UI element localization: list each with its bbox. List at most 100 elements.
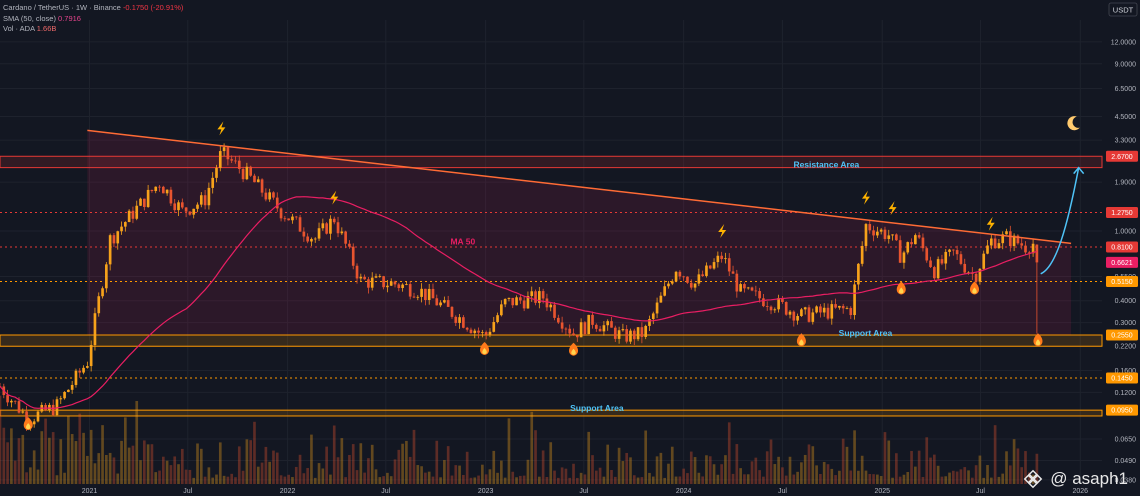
candle-body — [427, 288, 431, 300]
volume-bar — [310, 434, 313, 484]
volume-bar — [788, 456, 792, 484]
volume-bar — [602, 476, 606, 484]
candle-body — [503, 298, 507, 305]
candle-body — [32, 421, 36, 425]
chart-legend: Cardano / TetherUS · 1W · Binance -0.175… — [3, 3, 183, 35]
volume-bar — [617, 447, 621, 484]
currency-label[interactable]: USDT — [1108, 2, 1138, 17]
candle-body — [583, 322, 587, 335]
candle-body — [640, 327, 644, 338]
volume-bar — [169, 465, 173, 484]
candle-body — [917, 235, 921, 238]
candle-body — [370, 277, 374, 288]
candle-body — [519, 297, 522, 301]
candle-body — [560, 322, 564, 329]
volume-bar — [496, 472, 499, 484]
legend-symbol-row[interactable]: Cardano / TetherUS · 1W · Binance -0.175… — [3, 3, 183, 14]
time-tick-label: 2025 — [874, 488, 890, 495]
price-chart[interactable]: Resistance Area Support Area Support Area M… — [0, 0, 1140, 496]
volume-bar — [135, 400, 139, 484]
time-tick-label: 2023 — [478, 488, 494, 495]
candle-body — [515, 297, 518, 306]
legend-sma-row[interactable]: SMA (50, close) 0.7916 — [3, 14, 183, 25]
candle-body — [416, 296, 420, 298]
candle-body — [575, 335, 579, 338]
candle-body — [10, 400, 13, 403]
candle-body — [177, 202, 180, 211]
volume-bar — [321, 468, 325, 484]
volume-bar — [610, 469, 613, 484]
volume-bar — [944, 476, 948, 484]
candle-body — [511, 297, 515, 306]
candle-body — [454, 316, 458, 323]
volume-bar — [13, 460, 17, 484]
volume-bar — [367, 458, 370, 484]
volume-bar — [89, 429, 93, 484]
candle-body — [359, 276, 363, 279]
candle-body — [591, 314, 594, 325]
volume-bar — [697, 472, 701, 484]
volume-bar — [803, 454, 807, 484]
volume-bar — [150, 444, 154, 484]
candle-body — [629, 330, 632, 342]
candle-body — [283, 218, 287, 220]
candle-body — [108, 235, 112, 265]
volume-bar — [256, 466, 260, 484]
price-label-text: 0.2550 — [1111, 333, 1133, 340]
volume-bar — [739, 468, 742, 484]
candle-body — [693, 283, 697, 288]
candle-body — [800, 309, 803, 317]
candle-body — [89, 345, 93, 367]
candle-body — [226, 147, 230, 160]
legend-sma-label: SMA (50, close) — [3, 13, 56, 23]
legend-vol-value: 1.66B — [36, 24, 57, 33]
volume-bar — [249, 440, 253, 484]
volume-bar — [503, 477, 507, 484]
annotation-label: Resistance Area — [793, 160, 859, 170]
candle-body — [830, 304, 834, 319]
volume-bar — [936, 465, 940, 484]
volume-bar — [853, 430, 856, 484]
volume-bar — [758, 470, 761, 484]
candle-body — [287, 218, 290, 221]
volume-bar — [982, 477, 986, 484]
legend-vol-row[interactable]: Vol · ADA 1.66B — [3, 24, 183, 35]
volume-bar — [583, 474, 587, 484]
volume-bar — [625, 452, 629, 484]
volume-bar — [36, 469, 40, 484]
volume-bar — [750, 461, 754, 484]
volume-bar — [678, 476, 682, 484]
volume-bar — [306, 468, 309, 484]
candle-body — [351, 246, 355, 266]
candle-body — [78, 370, 82, 373]
volume-bar — [989, 477, 993, 484]
volume-bar — [906, 472, 910, 484]
candle-body — [777, 298, 780, 310]
volume-bar — [701, 476, 704, 484]
volume-bar — [298, 454, 302, 484]
volume-bar — [902, 474, 906, 484]
time-tick-label: Jul — [579, 488, 588, 495]
volume-bar — [929, 457, 932, 484]
candle-body — [6, 395, 9, 403]
volume-bar — [283, 476, 287, 484]
volume-bar — [275, 452, 279, 484]
candle-body — [245, 166, 249, 180]
volume-bar — [401, 443, 404, 484]
volume-bar — [712, 464, 716, 484]
price-tick-label: 1.9000 — [1115, 180, 1137, 187]
candle-body — [815, 306, 818, 313]
candle-body — [853, 284, 856, 316]
candle-body — [59, 398, 63, 400]
volume-bar — [199, 448, 203, 484]
volume-bar — [986, 465, 989, 484]
volume-bar — [800, 462, 803, 484]
candle-body — [993, 238, 997, 249]
volume-bar — [386, 472, 389, 484]
volume-bar — [857, 470, 860, 484]
volume-bar — [735, 444, 739, 484]
price-zone — [0, 155, 1103, 169]
candle-body — [74, 370, 78, 385]
candle-body — [948, 249, 951, 252]
volume-bar — [826, 464, 830, 484]
